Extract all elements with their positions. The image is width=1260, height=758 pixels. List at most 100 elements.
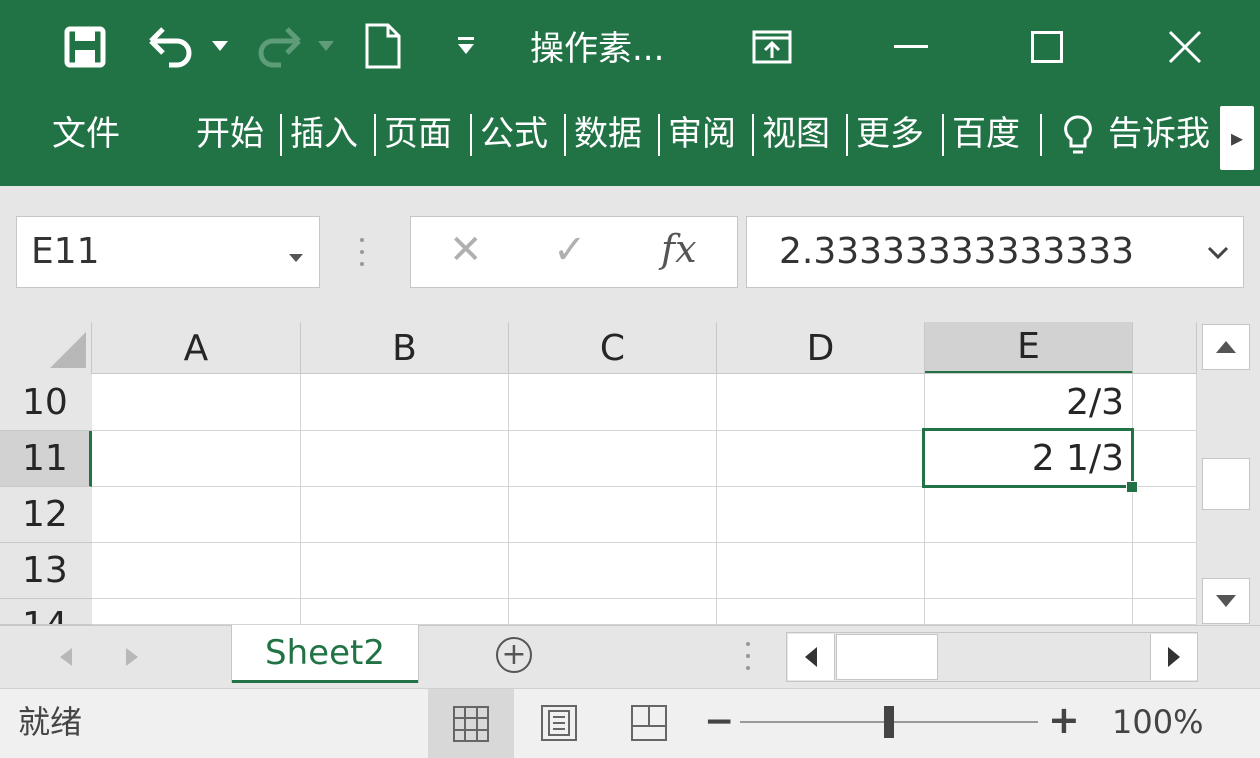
cell-a13[interactable]: [92, 543, 301, 599]
name-box[interactable]: E11: [16, 216, 320, 288]
ribbon-display-options-icon[interactable]: [748, 24, 796, 70]
scroll-left-button[interactable]: [788, 634, 835, 680]
zoom-level[interactable]: 100%: [1112, 700, 1203, 744]
column-header-e[interactable]: E: [925, 322, 1133, 374]
insert-function-button[interactable]: fx: [661, 227, 697, 271]
cell-a10[interactable]: [92, 374, 301, 431]
new-document-icon[interactable]: [360, 20, 406, 72]
cell-f10[interactable]: [1133, 374, 1197, 431]
cell-f14[interactable]: [1133, 599, 1197, 625]
horizontal-scroll-thumb[interactable]: [836, 634, 938, 680]
cell-c10[interactable]: [509, 374, 717, 431]
cell-d14[interactable]: [717, 599, 925, 625]
cell-c14[interactable]: [509, 599, 717, 625]
cell-b13[interactable]: [301, 543, 509, 599]
name-box-value: E11: [31, 231, 100, 272]
tab-review[interactable]: 审阅: [668, 108, 742, 160]
cell-b12[interactable]: [301, 487, 509, 543]
undo-icon[interactable]: [146, 24, 196, 70]
cell-d13[interactable]: [717, 543, 925, 599]
save-icon[interactable]: [62, 24, 108, 70]
sheet-tab-label: Sheet2: [265, 632, 385, 673]
close-icon[interactable]: [1162, 24, 1208, 70]
cell-f12[interactable]: [1133, 487, 1197, 543]
row-header-10[interactable]: 10: [0, 374, 92, 431]
redo-icon[interactable]: [254, 24, 304, 70]
cell-f13[interactable]: [1133, 543, 1197, 599]
tell-me-search[interactable]: 告诉我: [1108, 108, 1212, 160]
tab-separator: [752, 114, 754, 156]
lightbulb-icon[interactable]: [1058, 110, 1098, 162]
row-header-14[interactable]: 14: [0, 599, 92, 625]
cell-a11[interactable]: [92, 431, 301, 487]
maximize-icon[interactable]: [1024, 24, 1070, 70]
cell-e13[interactable]: [925, 543, 1133, 599]
cell-d10[interactable]: [717, 374, 925, 431]
enter-icon[interactable]: ✓: [553, 227, 587, 273]
sheet-scroll-right-icon[interactable]: [126, 648, 138, 670]
cancel-icon[interactable]: ✕: [449, 227, 483, 273]
tab-page-layout[interactable]: 页面: [384, 108, 462, 160]
cell-a12[interactable]: [92, 487, 301, 543]
status-text: 就绪: [18, 703, 83, 741]
cell-b14[interactable]: [301, 599, 509, 625]
name-box-dropdown-icon[interactable]: [289, 247, 303, 266]
column-header-d[interactable]: D: [717, 322, 925, 374]
formula-input[interactable]: 2.33333333333333: [746, 216, 1244, 288]
tab-insert[interactable]: 插入: [290, 108, 364, 160]
scroll-right-button[interactable]: [1150, 634, 1197, 680]
sheet-tab-sheet2[interactable]: Sheet2: [232, 625, 418, 683]
cell-d12[interactable]: [717, 487, 925, 543]
tab-baidu[interactable]: 百度: [952, 108, 1032, 160]
scroll-down-button[interactable]: [1202, 578, 1250, 624]
tab-separator: [280, 114, 282, 156]
tab-home[interactable]: 开始: [196, 108, 270, 160]
column-header-a[interactable]: A: [92, 322, 301, 374]
tab-file[interactable]: 文件: [52, 108, 132, 160]
tab-view[interactable]: 视图: [762, 108, 836, 160]
zoom-out-button[interactable]: −: [704, 700, 734, 744]
fill-handle[interactable]: [1126, 481, 1138, 493]
sheet-scroll-left-icon[interactable]: [60, 648, 72, 670]
scroll-up-button[interactable]: [1202, 324, 1250, 370]
tab-more[interactable]: 更多: [856, 108, 936, 160]
cell-e14[interactable]: [925, 599, 1133, 625]
undo-dropdown-icon[interactable]: [210, 36, 230, 56]
customize-qat-icon[interactable]: [452, 34, 480, 58]
cell-c13[interactable]: [509, 543, 717, 599]
page-break-view-button[interactable]: [630, 704, 670, 744]
cell-c12[interactable]: [509, 487, 717, 543]
redo-dropdown-icon[interactable]: [316, 36, 336, 56]
ribbon-scroll-right-button[interactable]: ▸: [1220, 106, 1254, 170]
expand-formula-bar-icon[interactable]: [1207, 245, 1229, 264]
zoom-slider-thumb[interactable]: [884, 706, 894, 738]
row-header-11[interactable]: 11: [0, 431, 92, 487]
tab-formulas[interactable]: 公式: [480, 108, 554, 160]
tab-split-handle[interactable]: [744, 640, 752, 676]
vertical-scroll-thumb[interactable]: [1202, 458, 1250, 510]
zoom-in-button[interactable]: +: [1048, 698, 1080, 742]
page-break-icon: [631, 705, 667, 741]
tab-data[interactable]: 数据: [574, 108, 648, 160]
cell-b11[interactable]: [301, 431, 509, 487]
cell-e10[interactable]: 2/3: [925, 374, 1133, 431]
select-all-button[interactable]: [0, 322, 92, 374]
cell-c11[interactable]: [509, 431, 717, 487]
document-title: 操作素...: [530, 29, 665, 69]
formula-bar-splitter[interactable]: [358, 236, 366, 268]
minimize-icon[interactable]: [888, 24, 934, 70]
cell-e12[interactable]: [925, 487, 1133, 543]
normal-view-button[interactable]: [428, 689, 514, 758]
row-header-12[interactable]: 12: [0, 487, 92, 543]
column-header-f-partial[interactable]: [1133, 322, 1197, 374]
add-sheet-button[interactable]: +: [496, 637, 532, 673]
page-layout-view-button[interactable]: [540, 704, 580, 744]
cell-a14[interactable]: [92, 599, 301, 625]
cell-b10[interactable]: [301, 374, 509, 431]
column-header-c[interactable]: C: [509, 322, 717, 374]
row-header-13[interactable]: 13: [0, 543, 92, 599]
row-header-14-label: 14: [22, 605, 68, 624]
cell-f11[interactable]: [1133, 431, 1197, 487]
column-header-b[interactable]: B: [301, 322, 509, 374]
cell-d11[interactable]: [717, 431, 925, 487]
